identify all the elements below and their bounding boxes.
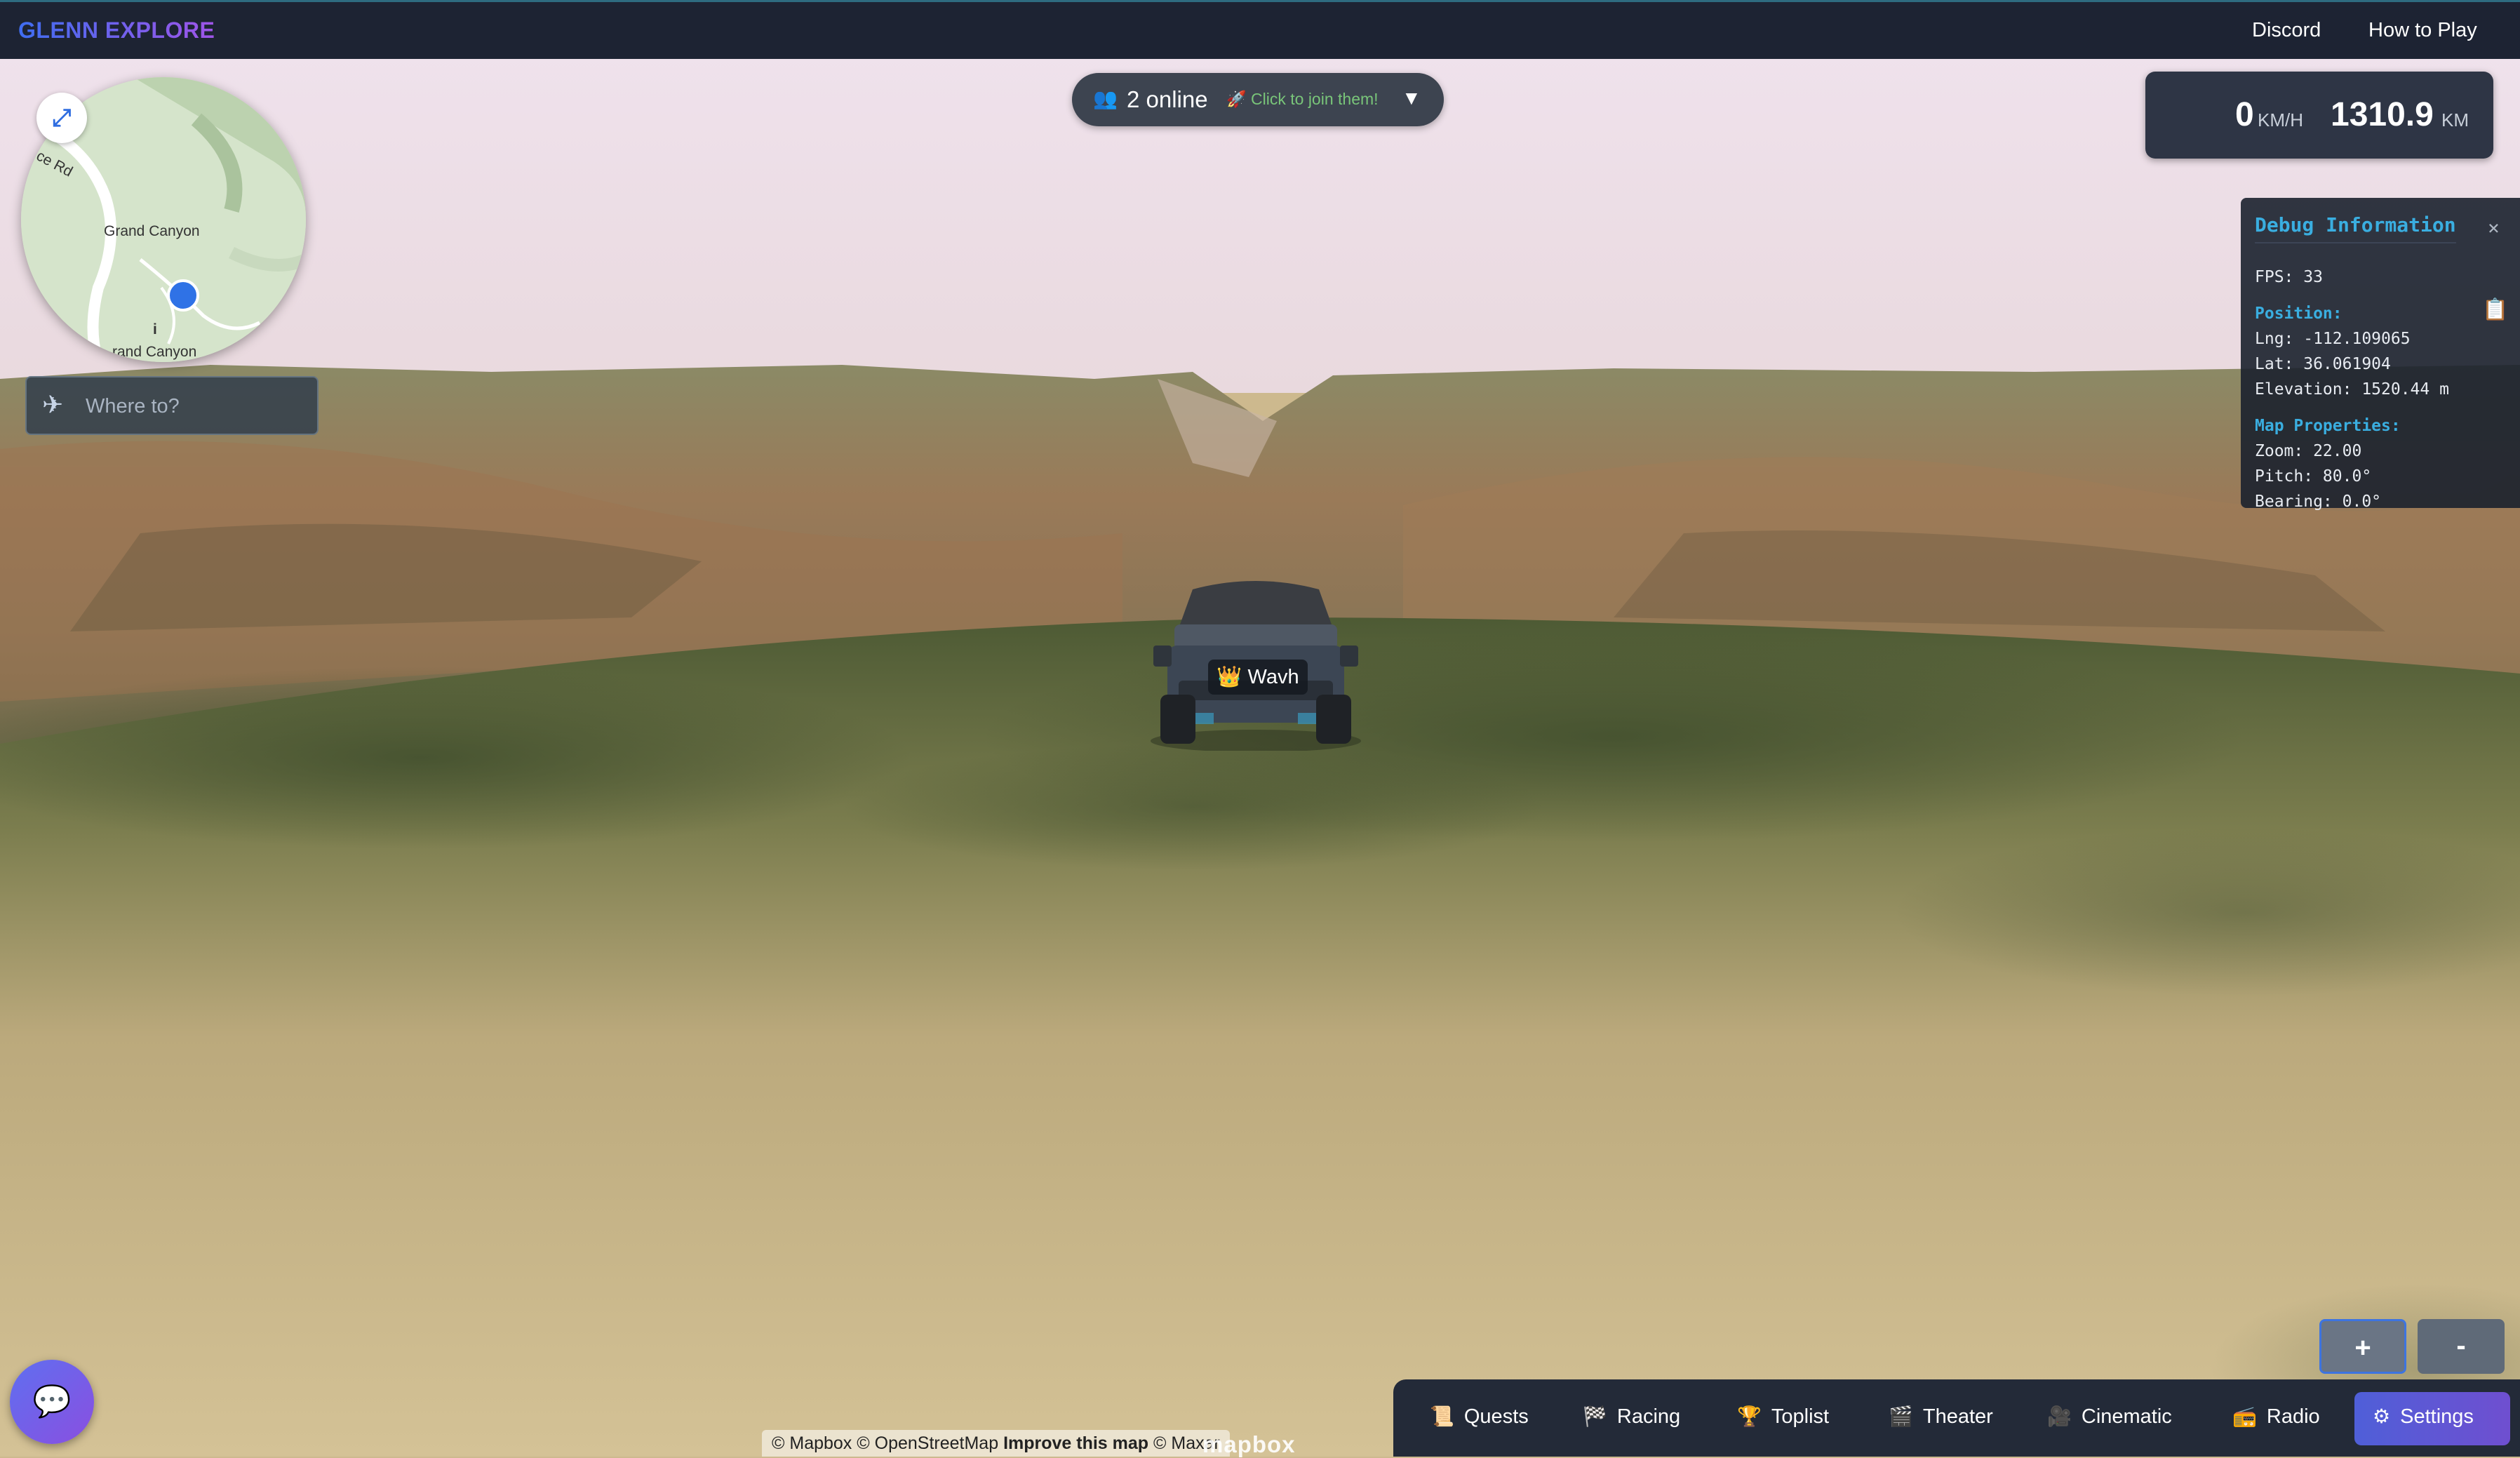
clipboard-icon[interactable]: 📋 xyxy=(2482,297,2508,322)
player-location-dot xyxy=(167,279,199,312)
radio-button[interactable]: 📻 Radio xyxy=(2232,1405,2320,1429)
chat-button[interactable]: 💬 xyxy=(10,1360,94,1444)
clapperboard-icon: 🎬 xyxy=(1889,1405,1913,1427)
settings-button[interactable]: ⚙ Settings xyxy=(2373,1405,2474,1429)
online-count: 2 online xyxy=(1127,86,1208,112)
gear-icon: ⚙ xyxy=(2373,1405,2391,1427)
radio-label: Radio xyxy=(2266,1405,2320,1428)
airplane-icon: ✈ xyxy=(42,390,64,419)
chat-bubble-icon: 💬 xyxy=(32,1384,72,1419)
online-players-pill[interactable]: 👥 2 online 🚀 Click to join them! ▼ xyxy=(1072,73,1444,126)
toplist-button[interactable]: 🏆 Toplist xyxy=(1737,1405,1829,1429)
cinematic-button[interactable]: 🎥 Cinematic xyxy=(2047,1405,2172,1429)
how-to-play-link[interactable]: How to Play xyxy=(2368,19,2477,42)
users-icon: 👥 xyxy=(1093,88,1118,109)
radio-icon: 📻 xyxy=(2232,1405,2257,1427)
bottom-toolbar: 📜 Quests 🏁 Racing 🏆 Toplist 🎬 Theater 🎥 Cinem… xyxy=(1393,1379,2520,1457)
checkered-flag-icon: 🏁 xyxy=(1583,1405,1607,1427)
scroll-icon: 📜 xyxy=(1430,1405,1454,1427)
debug-pitch: Pitch: 80.0° xyxy=(2255,467,2372,486)
close-icon[interactable]: × xyxy=(2488,216,2500,239)
toplist-label: Toplist xyxy=(1771,1405,1830,1428)
zoom-in-button[interactable]: + xyxy=(2319,1319,2406,1374)
debug-fps: FPS: 33 xyxy=(2255,268,2323,286)
debug-lng: Lng: -112.109065 xyxy=(2255,330,2411,348)
player-name: Wavh xyxy=(1247,666,1299,688)
join-players-link[interactable]: 🚀 Click to join them! xyxy=(1226,90,1379,109)
attribution-text: © Mapbox © OpenStreetMap xyxy=(772,1433,999,1453)
debug-zoom: Zoom: 22.00 xyxy=(2255,442,2362,460)
quests-button[interactable]: 📜 Quests xyxy=(1430,1405,1529,1429)
theater-label: Theater xyxy=(1922,1405,1993,1428)
chevron-down-icon[interactable]: ▼ xyxy=(1402,87,1421,109)
speedometer: 0 KM/H 1310.9 KM xyxy=(2145,72,2493,159)
discord-link[interactable]: Discord xyxy=(2252,19,2321,42)
debug-elevation: Elevation: 1520.44 m xyxy=(2255,380,2449,399)
film-camera-icon: 🎥 xyxy=(2047,1405,2072,1427)
racing-button[interactable]: 🏁 Racing xyxy=(1583,1405,1680,1429)
search-input[interactable] xyxy=(84,387,297,425)
speed-value: 0 xyxy=(2235,96,2254,133)
theater-button[interactable]: 🎬 Theater xyxy=(1889,1405,1993,1429)
debug-title: Debug Information xyxy=(2255,213,2456,243)
zoom-out-button[interactable]: - xyxy=(2418,1319,2505,1374)
cinematic-label: Cinematic xyxy=(2081,1405,2172,1428)
distance-unit: KM xyxy=(2441,109,2469,131)
minimap-place2-label: rand Canyon xyxy=(112,344,197,360)
speed-unit: KM/H xyxy=(2258,109,2303,131)
debug-position-header: Position: xyxy=(2255,305,2343,323)
map-attribution: © Mapbox © OpenStreetMap Improve this ma… xyxy=(762,1430,1230,1457)
minimap-place-label: Grand Canyon xyxy=(104,223,200,239)
improve-map-link[interactable]: Improve this map xyxy=(1003,1433,1148,1453)
join-text: Click to join them! xyxy=(1251,90,1379,108)
player-name-tag: 👑 Wavh xyxy=(1208,660,1308,695)
expand-icon[interactable]: ⤢ xyxy=(36,93,87,143)
top-bar: GLENN EXPLORE Discord How to Play xyxy=(0,0,2520,59)
debug-panel: Debug Information × 📋 FPS: 33 Position: … xyxy=(2241,198,2520,511)
brand-logo[interactable]: GLENN EXPLORE xyxy=(18,18,215,44)
debug-bearing: Bearing: 0.0° xyxy=(2255,493,2382,511)
racing-label: Racing xyxy=(1616,1405,1681,1428)
mapbox-logo[interactable]: mapbox xyxy=(1202,1431,1296,1458)
trophy-icon: 🏆 xyxy=(1737,1405,1762,1427)
minimap-info-label: i xyxy=(153,321,157,337)
debug-map-header: Map Properties: xyxy=(2255,417,2401,435)
quests-label: Quests xyxy=(1463,1405,1529,1428)
debug-lat: Lat: 36.061904 xyxy=(2255,355,2391,373)
destination-search[interactable]: ✈ xyxy=(25,376,319,435)
settings-label: Settings xyxy=(2400,1405,2474,1428)
distance-value: 1310.9 xyxy=(2331,96,2434,133)
